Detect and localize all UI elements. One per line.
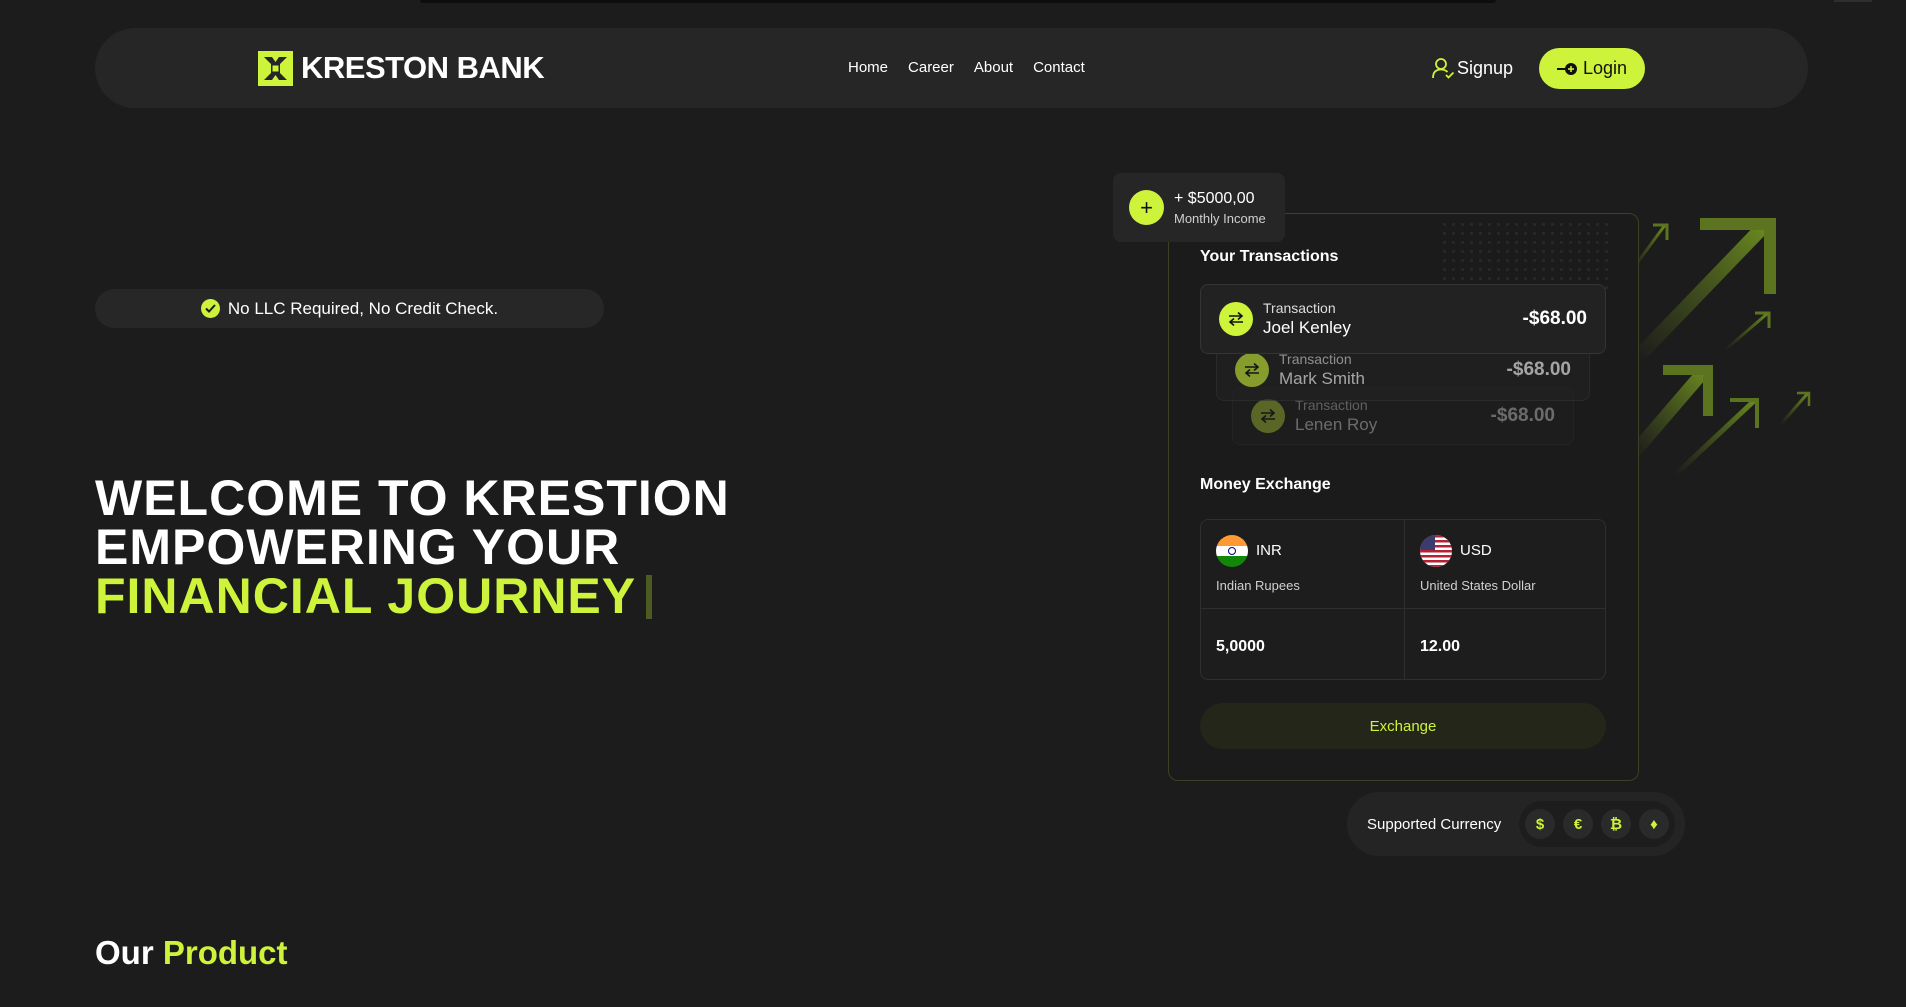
transaction-name: Joel Kenley (1263, 318, 1351, 337)
browser-top-bar (420, 0, 1496, 3)
to-currency-name: United States Dollar (1420, 578, 1536, 593)
supported-currency-bar: Supported Currency $ € ₿ ♦ (1347, 792, 1685, 856)
section-title: Our Product (95, 934, 288, 972)
check-icon (200, 299, 220, 318)
typing-cursor (646, 575, 653, 619)
swap-icon (1235, 353, 1269, 387)
logo[interactable]: KRESTON BANK (258, 50, 545, 86)
dollar-icon[interactable]: $ (1525, 809, 1555, 839)
brand-name: KRESTON BANK (301, 50, 545, 85)
transaction-amount: -$68.00 (1506, 359, 1571, 380)
plus-icon: + (1129, 190, 1164, 225)
exchange-button[interactable]: Exchange (1200, 703, 1606, 749)
transaction-label: Transaction (1263, 300, 1336, 316)
transaction-name: Lenen Roy (1295, 415, 1378, 434)
currency-icon-group: $ € ₿ ♦ (1519, 801, 1675, 847)
exchange-divider (1201, 608, 1605, 609)
transaction-name: Mark Smith (1279, 369, 1365, 388)
nav-links: Home Career About Contact (848, 59, 1085, 76)
signup-label: Signup (1457, 57, 1514, 78)
us-flag-icon (1420, 535, 1452, 567)
ethereum-icon[interactable]: ♦ (1639, 809, 1669, 839)
transactions-title: Your Transactions (1200, 248, 1339, 265)
kreston-logo-icon (258, 50, 293, 86)
user-icon (1432, 58, 1454, 79)
login-label: Login (1582, 58, 1628, 78)
euro-icon[interactable]: € (1563, 809, 1593, 839)
nav-home-link[interactable]: Home (848, 59, 888, 76)
hero-line-3-wrap: FINANCIAL JOURNEY (95, 571, 730, 621)
signup-button[interactable]: Signup (1432, 57, 1513, 79)
hero-heading: WELCOME TO KRESTION EMPOWERING YOUR FINA… (95, 470, 730, 621)
income-amount: + $5000,00 (1174, 189, 1255, 207)
navbar: KRESTON BANK Home Career About Contact S… (95, 28, 1808, 108)
from-currency-name: Indian Rupees (1216, 578, 1300, 593)
nav-contact-link[interactable]: Contact (1033, 59, 1085, 76)
login-button[interactable]: Login (1539, 48, 1645, 89)
exchange-panel: INR Indian Rupees 5,0000 USD United Stat… (1200, 519, 1606, 680)
from-currency-code: INR (1256, 542, 1282, 559)
dot-pattern-decoration (1440, 220, 1610, 290)
browser-top-corner (1834, 0, 1872, 2)
supported-currency-label: Supported Currency (1367, 815, 1502, 833)
transaction-item-1[interactable]: Transaction Joel Kenley -$68.00 (1200, 284, 1606, 354)
nav-about-link[interactable]: About (974, 59, 1013, 76)
money-exchange-title: Money Exchange (1200, 476, 1331, 493)
badge-text: No LLC Required, No Credit Check. (227, 298, 499, 318)
section-title-a: Our (95, 934, 154, 971)
no-credit-check-badge: No LLC Required, No Credit Check. (95, 289, 604, 328)
nav-career-link[interactable]: Career (908, 59, 954, 76)
growth-arrows-decoration (1630, 218, 1811, 477)
bitcoin-icon[interactable]: ₿ (1601, 809, 1631, 839)
to-amount-value[interactable]: 12.00 (1420, 638, 1460, 656)
swap-icon (1251, 399, 1285, 433)
swap-icon (1219, 302, 1253, 336)
monthly-income-chip: + + $5000,00 Monthly Income (1113, 173, 1285, 242)
transaction-amount: -$68.00 (1522, 308, 1587, 329)
income-label: Monthly Income (1174, 210, 1266, 226)
hero-line-3: FINANCIAL JOURNEY (95, 568, 637, 624)
hero-line-1: WELCOME TO KRESTION (95, 470, 730, 526)
section-title-b: Product (162, 934, 288, 971)
to-currency-code: USD (1460, 542, 1492, 559)
hero-line-2: EMPOWERING YOUR (95, 519, 621, 575)
from-amount-value[interactable]: 5,0000 (1216, 638, 1265, 656)
transaction-amount: -$68.00 (1490, 405, 1555, 426)
currency-from[interactable]: INR Indian Rupees 5,0000 (1201, 520, 1404, 679)
india-flag-icon (1216, 535, 1248, 567)
currency-to[interactable]: USD United States Dollar 12.00 (1404, 520, 1608, 679)
login-icon (1556, 62, 1577, 75)
